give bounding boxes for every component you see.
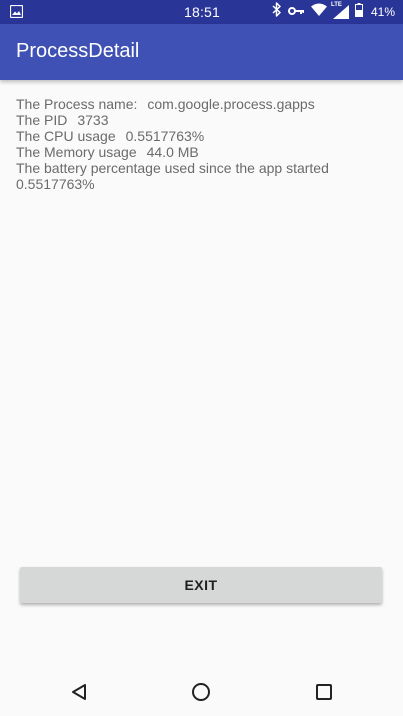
exit-button[interactable]: EXIT	[20, 567, 382, 603]
recents-icon[interactable]	[312, 680, 336, 704]
process-name-label: The Process name:	[16, 96, 138, 112]
status-icons: LTE 41%	[272, 2, 395, 22]
pid-row: The PID 3733	[16, 112, 386, 128]
cpu-usage-row: The CPU usage 0.5517763%	[16, 128, 386, 144]
cpu-usage-label: The CPU usage	[16, 128, 116, 144]
page-title: ProcessDetail	[16, 40, 140, 62]
memory-usage-row: The Memory usage 44.0 MB	[16, 144, 386, 160]
pid-label: The PID	[16, 112, 68, 128]
navigation-bar	[0, 668, 403, 716]
bluetooth-icon	[272, 2, 282, 22]
network-type-label: LTE	[330, 2, 342, 8]
cellular-signal-icon: LTE	[330, 2, 349, 19]
wifi-icon	[310, 3, 327, 21]
process-name-row: The Process name: com.google.process.gapp…	[16, 96, 386, 112]
back-icon[interactable]	[67, 680, 91, 704]
status-time: 18:51	[184, 4, 221, 20]
process-name-value: com.google.process.gapps	[147, 96, 315, 112]
battery-usage-value: 0.5517763%	[16, 176, 95, 192]
home-icon[interactable]	[189, 680, 213, 704]
image-notification-icon	[9, 4, 24, 23]
vpn-key-icon	[287, 3, 305, 21]
app-bar: ProcessDetail	[0, 24, 403, 80]
status-bar: 18:51 LTE 41%	[0, 0, 403, 24]
battery-usage-label: The battery percentage used since the ap…	[16, 160, 329, 176]
process-detail-content: The Process name: com.google.process.gapp…	[16, 96, 386, 192]
pid-value: 3733	[77, 112, 109, 128]
memory-usage-label: The Memory usage	[16, 144, 137, 160]
cpu-usage-value: 0.5517763%	[125, 128, 205, 144]
battery-icon	[354, 2, 363, 22]
memory-usage-value: 44.0 MB	[146, 144, 199, 160]
battery-percent: 41%	[370, 5, 395, 19]
